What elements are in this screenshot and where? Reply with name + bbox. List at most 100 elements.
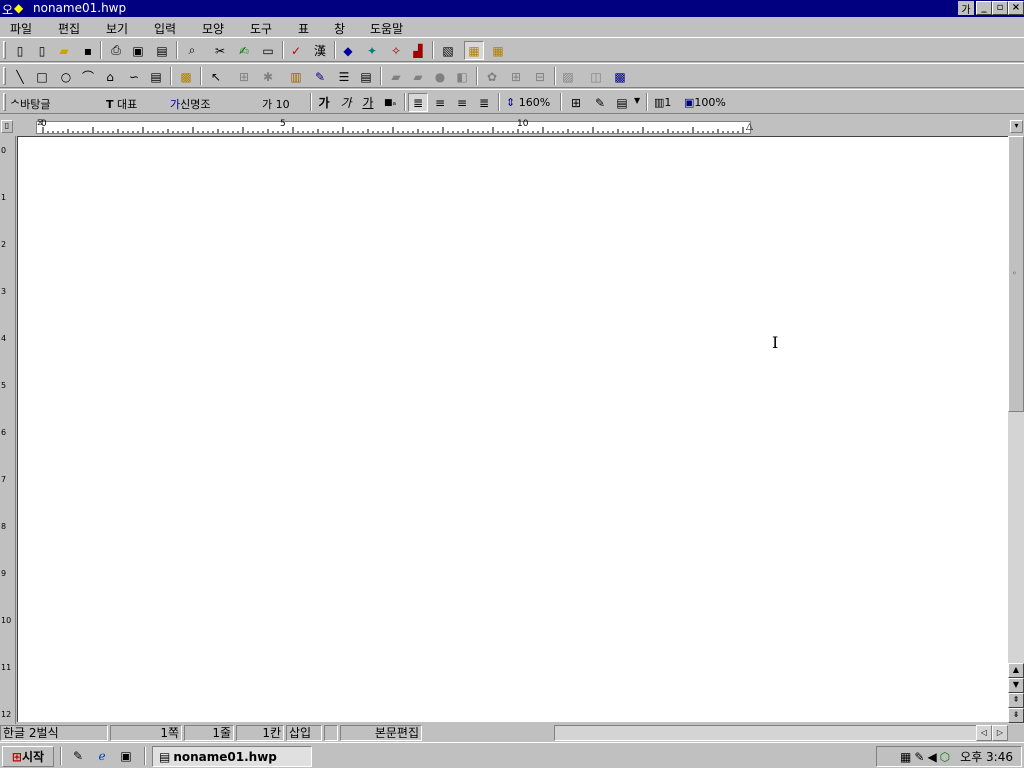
menu-insert[interactable]: 입력 (154, 20, 176, 37)
quick-launch-channels-icon[interactable]: ▣ (116, 746, 136, 765)
ellipse-tool-icon[interactable]: ○ (56, 67, 76, 86)
print-preview-icon[interactable]: ▣ (128, 41, 148, 60)
table-icon[interactable]: ⊞ (566, 93, 586, 112)
ruler-scroll-button[interactable]: ▾ (1010, 120, 1023, 133)
dictionary-icon[interactable]: ◆ (338, 41, 358, 60)
toolbar-grip[interactable] (3, 67, 6, 85)
spell-check-icon[interactable]: ✓ (286, 41, 306, 60)
scroll-up-button[interactable]: ▲ (1008, 663, 1024, 678)
start-button[interactable]: ⊞ 시작 (2, 746, 54, 767)
distribute-icon[interactable]: ⊟ (530, 67, 550, 86)
print-icon[interactable]: ⎙ (106, 41, 126, 60)
cut-icon[interactable]: ✂ (210, 41, 230, 60)
flip-icon[interactable]: ◫ (586, 67, 606, 86)
style-box[interactable]: ᄉ바탕글 (10, 96, 102, 112)
left-indent-marker[interactable]: ⧖ (37, 118, 43, 128)
object-wrap-icon[interactable]: ▩ (610, 67, 630, 86)
menu-format[interactable]: 모양 (202, 20, 224, 37)
ime-icon[interactable]: 가 (958, 1, 974, 16)
arc-tool-icon[interactable]: ⌒ (78, 67, 98, 86)
send-backward-icon[interactable]: ▰ (408, 67, 428, 86)
toolbox-toggle-icon[interactable]: ▦ (464, 41, 484, 60)
line-color-icon[interactable]: ▥ (286, 67, 306, 86)
object-properties-icon[interactable]: ▨ (558, 67, 578, 86)
bar-chart-icon[interactable]: ▟ (408, 41, 428, 60)
align-icon[interactable]: ⊞ (506, 67, 526, 86)
send-back-icon[interactable]: ◧ (452, 67, 472, 86)
ungroup-icon[interactable]: ✱ (258, 67, 278, 86)
char-shape-icon[interactable]: ■ₐ (380, 93, 400, 112)
textbox-tool-icon[interactable]: ▤ (146, 67, 166, 86)
vertical-ruler[interactable]: 0 1 2 3 4 5 6 7 8 9 10 11 12 (0, 136, 16, 724)
scroll-down-button[interactable]: ▼ (1008, 678, 1024, 693)
save-icon[interactable]: ▪ (78, 41, 98, 60)
bold-icon[interactable]: 가 (314, 93, 334, 112)
underline-icon[interactable]: 가 (358, 93, 378, 112)
revision-dropdown[interactable]: ▼ (634, 96, 640, 105)
font-size-box[interactable]: 가 10 (262, 96, 306, 112)
bring-front-icon[interactable]: ● (430, 67, 450, 86)
open-folder-icon[interactable]: ▰ (54, 41, 74, 60)
document-info-icon[interactable]: ▧ (438, 41, 458, 60)
macro-icon[interactable]: ▦ (488, 41, 508, 60)
zoom-box[interactable]: ▣100% (684, 96, 726, 109)
align-left-icon[interactable]: ≡ (430, 93, 450, 112)
page-up-button[interactable]: ⇞ (1008, 693, 1024, 708)
rep-font-box[interactable]: T 대표 (106, 96, 166, 112)
vertical-scrollbar[interactable]: ◦ ▲ ▼ ⇞ ⇟ (1008, 136, 1024, 724)
menu-edit[interactable]: 편집 (58, 20, 80, 37)
rectangle-tool-icon[interactable]: □ (32, 67, 52, 86)
menu-help[interactable]: 도움말 (370, 20, 403, 37)
menu-tools[interactable]: 도구 (250, 20, 272, 37)
select-object-icon[interactable]: ↖ (206, 67, 226, 86)
menu-window[interactable]: 창 (334, 20, 345, 37)
hscroll-right-button[interactable]: ▷ (992, 725, 1008, 741)
edit-memo-icon[interactable]: ✎ (590, 93, 610, 112)
taskbar-item-hwp[interactable]: ▤ noname01.hwp (152, 746, 312, 767)
italic-icon[interactable]: 가 (336, 93, 356, 112)
horizontal-ruler[interactable]: ▯ 0 5 10 ⧖ △ ▾ (0, 118, 1024, 136)
hscroll-left-button[interactable]: ◁ (976, 725, 992, 741)
input-mode[interactable]: 한글 2벌식 (0, 725, 108, 741)
ruler-corner-button[interactable]: ▯ (1, 120, 13, 133)
clipboard-icon[interactable]: ▭ (258, 41, 278, 60)
volume-icon[interactable]: ◀ (927, 750, 936, 764)
align-right-icon[interactable]: ≣ (474, 93, 494, 112)
page-setup-icon[interactable]: ▤ (152, 41, 172, 60)
columns-box[interactable]: ▥1 (654, 96, 671, 109)
right-indent-marker[interactable]: △ (746, 122, 753, 132)
line-style-icon[interactable]: ☰ (334, 67, 354, 86)
group-icon[interactable]: ⊞ (234, 67, 254, 86)
minimize-button[interactable]: _ (976, 1, 992, 15)
document-editing-area[interactable]: I (17, 136, 1008, 722)
new-template-icon[interactable]: ▯ (32, 41, 52, 60)
format-painter-icon[interactable]: ✍ (234, 41, 254, 60)
drawing-icon[interactable]: ✦ (362, 41, 382, 60)
restore-button[interactable]: ▫ (992, 1, 1008, 15)
align-justify-icon[interactable]: ≣ (408, 93, 428, 112)
align-center-icon[interactable]: ≡ (452, 93, 472, 112)
title-bar[interactable]: 오 ◆ noname01.hwp 가 _ ▫ × (0, 0, 1024, 17)
clock[interactable]: 오후 3:46 (960, 748, 1013, 765)
menu-table[interactable]: 표 (298, 20, 309, 37)
image-tool-icon[interactable]: ▩ (176, 67, 196, 86)
quick-launch-edit-icon[interactable]: ✎ (68, 746, 88, 765)
toolbar-grip[interactable] (3, 41, 6, 59)
line-tool-icon[interactable]: ╲ (10, 67, 30, 86)
insert-mode[interactable]: 삽입 (286, 725, 322, 741)
curve-tool-icon[interactable]: ∽ (124, 67, 144, 86)
tray-scheduler-icon[interactable]: ▦ (900, 750, 911, 764)
app-icon[interactable]: 오 (2, 1, 13, 18)
new-document-icon[interactable]: ▯ (10, 41, 30, 60)
toolbar-grip[interactable] (3, 93, 6, 111)
menu-view[interactable]: 보기 (106, 20, 128, 37)
polygon-tool-icon[interactable]: ⌂ (100, 67, 120, 86)
tray-network-icon[interactable]: ⬡ (940, 750, 950, 764)
chart-tool-icon[interactable]: ✧ (386, 41, 406, 60)
bring-forward-icon[interactable]: ▰ (386, 67, 406, 86)
font-name-box[interactable]: 가신명조 (170, 96, 256, 112)
revision-icon[interactable]: ▤ (612, 93, 632, 112)
arrow-style-icon[interactable]: ▤ (356, 67, 376, 86)
tray-pen-icon[interactable]: ✎ (914, 750, 924, 764)
close-button[interactable]: × (1008, 1, 1024, 15)
